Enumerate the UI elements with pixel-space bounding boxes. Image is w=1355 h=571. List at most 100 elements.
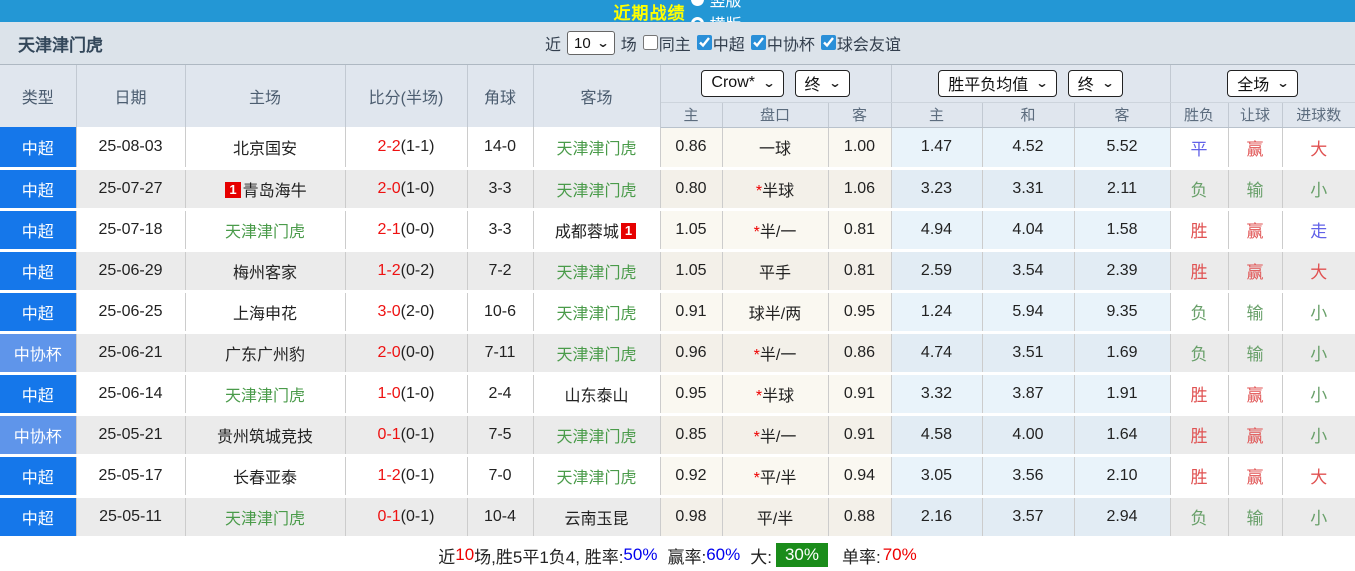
col-header-type: 类型 (0, 65, 77, 127)
league-type-cell: 中超 (0, 168, 77, 211)
date-cell: 25-07-18 (76, 209, 186, 252)
filter-bar: 天津津门虎 近 10 ⌄ 场 同主 中超 中协杯 球会友谊 (0, 22, 1355, 65)
result-handicap-cell: 赢 (1228, 455, 1283, 498)
team-name: 天津津门虎 (18, 35, 103, 55)
away-team-cell: 天津津门虎 (533, 332, 661, 375)
europe-odds-group: 胜平负均值 ⌄ 终 ⌄ (891, 65, 1171, 103)
result-wl-cell: 负 (1170, 496, 1229, 539)
page-title: 近期战绩 (613, 3, 686, 23)
away-team-cell: 成都蓉城 1 (533, 209, 661, 252)
away-team-cell: 天津津门虎 (533, 414, 661, 457)
col-header-score: 比分(半场) (345, 65, 468, 127)
score-cell: 1-2(0-2) (345, 250, 468, 293)
avg-draw-cell: 4.00 (982, 414, 1075, 457)
league-type-cell: 中超 (0, 373, 77, 416)
league-type-cell: 中协杯 (0, 414, 77, 457)
date-cell: 25-05-11 (76, 496, 186, 539)
home-team-cell: 天津津门虎 (185, 373, 346, 416)
score-cell: 2-1(0-0) (345, 209, 468, 252)
filter-checkbox-0[interactable]: 同主 (642, 31, 691, 55)
europe-state-select[interactable]: 终 ⌄ (1067, 69, 1123, 97)
avg-home-cell: 4.58 (891, 414, 983, 457)
odds-home-cell: 0.96 (660, 332, 723, 375)
avg-draw-cell: 4.52 (982, 127, 1075, 170)
odds-state-select[interactable]: 终 ⌄ (794, 69, 850, 97)
avg-away-cell: 9.35 (1074, 291, 1171, 334)
match-row: 中协杯 25-05-21 贵州筑城竞技 0-1(0-1) 7-5 天津津门虎 0.85 *半/… (0, 414, 1355, 457)
corner-cell: 2-4 (467, 373, 534, 416)
avg-draw-cell: 3.57 (982, 496, 1075, 539)
layout-radio-1[interactable]: 横版 (691, 11, 742, 22)
corner-cell: 14-0 (467, 127, 534, 170)
date-cell: 25-05-17 (76, 455, 186, 498)
handicap-cell: *半/一 (722, 332, 829, 375)
avg-draw-cell: 3.56 (982, 455, 1075, 498)
odds-away-cell: 0.91 (828, 414, 892, 457)
summary-prefix: 近 (438, 547, 456, 567)
sub-header-avg-away: 客 (1074, 102, 1171, 128)
date-cell: 25-06-14 (76, 373, 186, 416)
match-history-table: 类型 日期 主场 比分(半场) 角球 客场 Crow* ⌄ 终 ⌄ 胜平负均值 ⌄ 终… (0, 65, 1355, 539)
checkbox-input[interactable] (642, 35, 658, 51)
result-handicap-cell: 输 (1228, 168, 1283, 211)
date-cell: 25-06-21 (76, 332, 186, 375)
odds-home-cell: 0.85 (660, 414, 723, 457)
avg-home-cell: 3.32 (891, 373, 983, 416)
league-type-cell: 中超 (0, 250, 77, 293)
avg-away-cell: 2.11 (1074, 168, 1171, 211)
home-team-cell: 上海申花 (185, 291, 346, 334)
score-cell: 3-0(2-0) (345, 291, 468, 334)
avg-away-cell: 1.69 (1074, 332, 1171, 375)
match-row: 中超 25-07-27 1 青岛海牛 2-0(1-0) 3-3 天津津门虎 0.80 *半球 1.… (0, 168, 1355, 211)
chevron-down-icon: ⌄ (1276, 76, 1290, 91)
handicap-cell: *半/一 (722, 414, 829, 457)
summary-count: 10 (455, 545, 475, 564)
avg-away-cell: 1.91 (1074, 373, 1171, 416)
handicap-star: * (753, 428, 760, 446)
big-rate-badge: 30% (775, 543, 828, 567)
recent-count-select[interactable]: 10 ⌄ (567, 31, 615, 55)
checkbox-group: 同主 中超 中协杯 球会友谊 (637, 31, 901, 56)
checkbox-input[interactable] (696, 35, 712, 51)
result-goals-cell: 小 (1282, 332, 1355, 375)
home-team-cell: 天津津门虎 (185, 496, 346, 539)
result-wl-cell: 负 (1170, 291, 1229, 334)
home-team-cell: 长春亚泰 (185, 455, 346, 498)
avg-home-cell: 1.24 (891, 291, 983, 334)
europe-odds-select[interactable]: 胜平负均值 ⌄ (938, 69, 1058, 97)
match-row: 中超 25-05-17 长春亚泰 1-2(0-1) 7-0 天津津门虎 0.92 *平/半 0.… (0, 455, 1355, 498)
corner-cell: 3-3 (467, 168, 534, 211)
chevron-down-icon: ⌄ (828, 76, 842, 91)
recent-count-value: 10 (574, 34, 591, 52)
home-team-cell: 广东广州豹 (185, 332, 346, 375)
checkbox-input[interactable] (750, 35, 766, 51)
date-cell: 25-06-29 (76, 250, 186, 293)
date-cell: 25-08-03 (76, 127, 186, 170)
score-cell: 2-2(1-1) (345, 127, 468, 170)
filter-checkbox-1[interactable]: 中超 (696, 31, 745, 55)
odds-away-cell: 1.06 (828, 168, 892, 211)
match-row: 中超 25-07-18 天津津门虎 2-1(0-0) 3-3 成都蓉城 1 1.05 *半/一 0… (0, 209, 1355, 252)
top-bar: 近期战绩 竖版横版 (0, 0, 1355, 22)
result-goals-cell: 小 (1282, 291, 1355, 334)
away-team-cell: 天津津门虎 (533, 127, 661, 170)
odds-company-select[interactable]: Crow* ⌄ (701, 69, 785, 97)
layout-radio-0[interactable]: 竖版 (691, 0, 742, 11)
score-cell: 1-2(0-1) (345, 455, 468, 498)
league-type-cell: 中超 (0, 496, 77, 539)
handicap-star: * (753, 469, 760, 487)
scope-select[interactable]: 全场 ⌄ (1227, 69, 1299, 97)
result-handicap-cell: 赢 (1228, 209, 1283, 252)
result-handicap-cell: 输 (1228, 496, 1283, 539)
avg-draw-cell: 3.54 (982, 250, 1075, 293)
checkbox-input[interactable] (820, 35, 836, 51)
filter-checkbox-2[interactable]: 中协杯 (750, 31, 815, 55)
score-cell: 0-1(0-1) (345, 414, 468, 457)
scope-group: 全场 ⌄ (1170, 65, 1355, 103)
single-rate-value: 70% (882, 545, 917, 564)
col-header-home: 主场 (185, 65, 346, 127)
odds-home-cell: 1.05 (660, 250, 723, 293)
result-wl-cell: 胜 (1170, 209, 1229, 252)
handicap-cell: *半/一 (722, 209, 829, 252)
filter-checkbox-3[interactable]: 球会友谊 (820, 31, 901, 55)
